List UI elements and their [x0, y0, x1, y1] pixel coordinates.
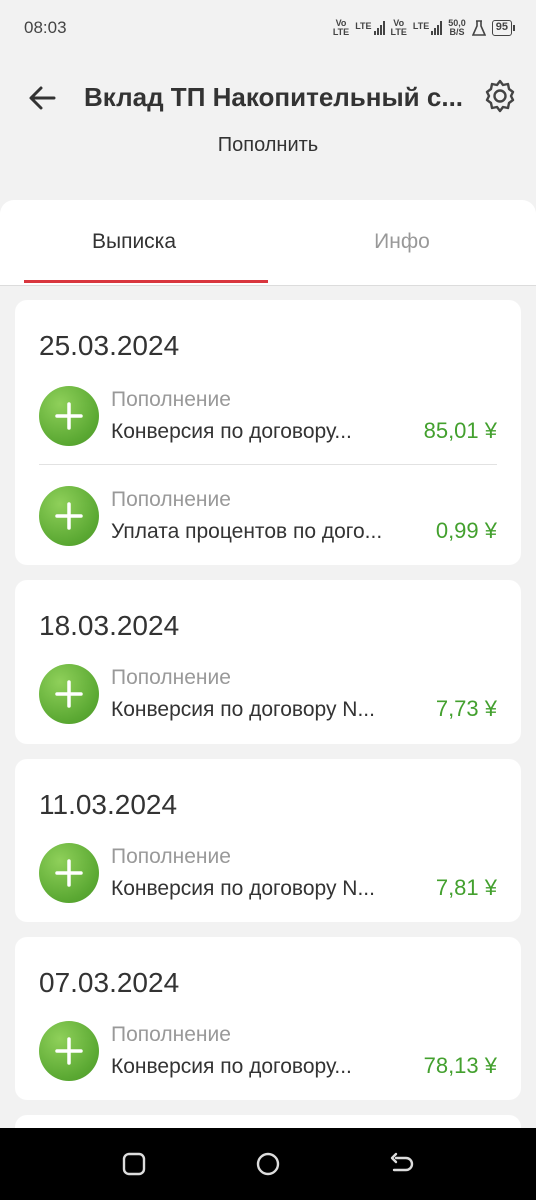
transaction-type: Пополнение — [111, 488, 231, 511]
square-icon — [122, 1152, 146, 1176]
signal-icon-2: LTE — [413, 21, 443, 35]
transaction-item[interactable]: Пополнение Конверсия по договору... 78,1… — [15, 1017, 521, 1117]
transaction-item[interactable]: Пополнение Уплата процентов по дого... 0… — [15, 480, 521, 580]
page-title: Вклад ТП Накопительный с... — [84, 82, 464, 112]
topup-link[interactable]: Пополнить — [0, 134, 536, 157]
plus-icon — [39, 386, 99, 446]
plus-icon — [39, 1021, 99, 1081]
group-date: 11.03.2024 — [39, 789, 178, 820]
circle-icon — [256, 1152, 280, 1176]
volte-indicator-2: Vo LTE — [390, 18, 407, 37]
transaction-description: Конверсия по договору N... — [111, 877, 375, 900]
tab-info[interactable]: Инфо — [268, 200, 536, 284]
transaction-description: Уплата процентов по дого... — [111, 520, 383, 543]
back-button[interactable] — [24, 80, 60, 116]
transaction-amount: 85,01 ¥ — [423, 418, 497, 443]
transaction-item[interactable]: Пополнение Конверсия по договору N... 7,… — [15, 660, 521, 760]
transaction-type: Пополнение — [111, 1023, 231, 1046]
status-time: 08:03 — [24, 18, 67, 37]
divider — [39, 464, 497, 465]
transaction-amount: 7,73 ¥ — [435, 696, 497, 721]
group-date: 18.03.2024 — [39, 610, 180, 641]
transaction-type: Пополнение — [111, 845, 231, 868]
transaction-item[interactable]: Пополнение Конверсия по договору N... 7,… — [15, 839, 521, 939]
system-nav-bar — [0, 1128, 536, 1200]
transaction-type: Пополнение — [111, 666, 231, 689]
gear-icon — [485, 79, 515, 113]
transaction-description: Конверсия по договору... — [111, 420, 352, 443]
app-header: Вклад ТП Накопительный с... Пополнить — [0, 56, 536, 200]
status-bar: 08:03 Vo LTE LTE Vo LTE LTE 50,0 B/S 95 — [0, 0, 536, 56]
arrow-left-icon — [29, 86, 56, 110]
statement-group: 25.03.2024 Пополнение Конверсия по догов… — [15, 300, 521, 565]
group-date: 07.03.2024 — [39, 967, 180, 998]
tab-statement[interactable]: Выписка — [0, 200, 268, 284]
nav-back-button[interactable] — [388, 1150, 416, 1178]
group-date: 25.03.2024 — [39, 330, 180, 361]
transaction-amount: 0,99 ¥ — [435, 518, 497, 543]
settings-button[interactable] — [480, 76, 520, 116]
recents-button[interactable] — [120, 1150, 148, 1178]
signal-icon: LTE — [355, 21, 385, 35]
tabs-bar: Выписка Инфо — [0, 200, 536, 286]
transaction-amount: 78,13 ¥ — [423, 1053, 497, 1078]
statement-group: 18.03.2024 Пополнение Конверсия по догов… — [15, 580, 521, 744]
home-button[interactable] — [254, 1150, 282, 1178]
transaction-item[interactable]: Пополнение Конверсия по договору... 85,0… — [15, 380, 521, 480]
transaction-amount: 7,81 ¥ — [435, 875, 497, 900]
statement-group: 11.03.2024 Пополнение Конверсия по догов… — [15, 759, 521, 922]
flask-icon — [471, 20, 486, 36]
transaction-type: Пополнение — [111, 388, 231, 411]
volte-indicator: Vo LTE — [332, 18, 350, 37]
back-arrow-icon — [390, 1152, 414, 1172]
plus-icon — [39, 664, 99, 724]
statement-group: 07.03.2024 Пополнение Конверсия по догов… — [15, 937, 521, 1100]
transaction-description: Конверсия по договору... — [111, 1055, 352, 1078]
plus-icon — [39, 843, 99, 903]
transaction-description: Конверсия по договору N... — [111, 698, 375, 721]
active-tab-indicator — [24, 280, 268, 283]
status-icons: Vo LTE LTE Vo LTE LTE 50,0 B/S 95 — [332, 18, 516, 37]
plus-icon — [39, 486, 99, 546]
battery-icon: 95 — [491, 20, 516, 36]
network-speed: 50,0 B/S — [448, 18, 466, 37]
